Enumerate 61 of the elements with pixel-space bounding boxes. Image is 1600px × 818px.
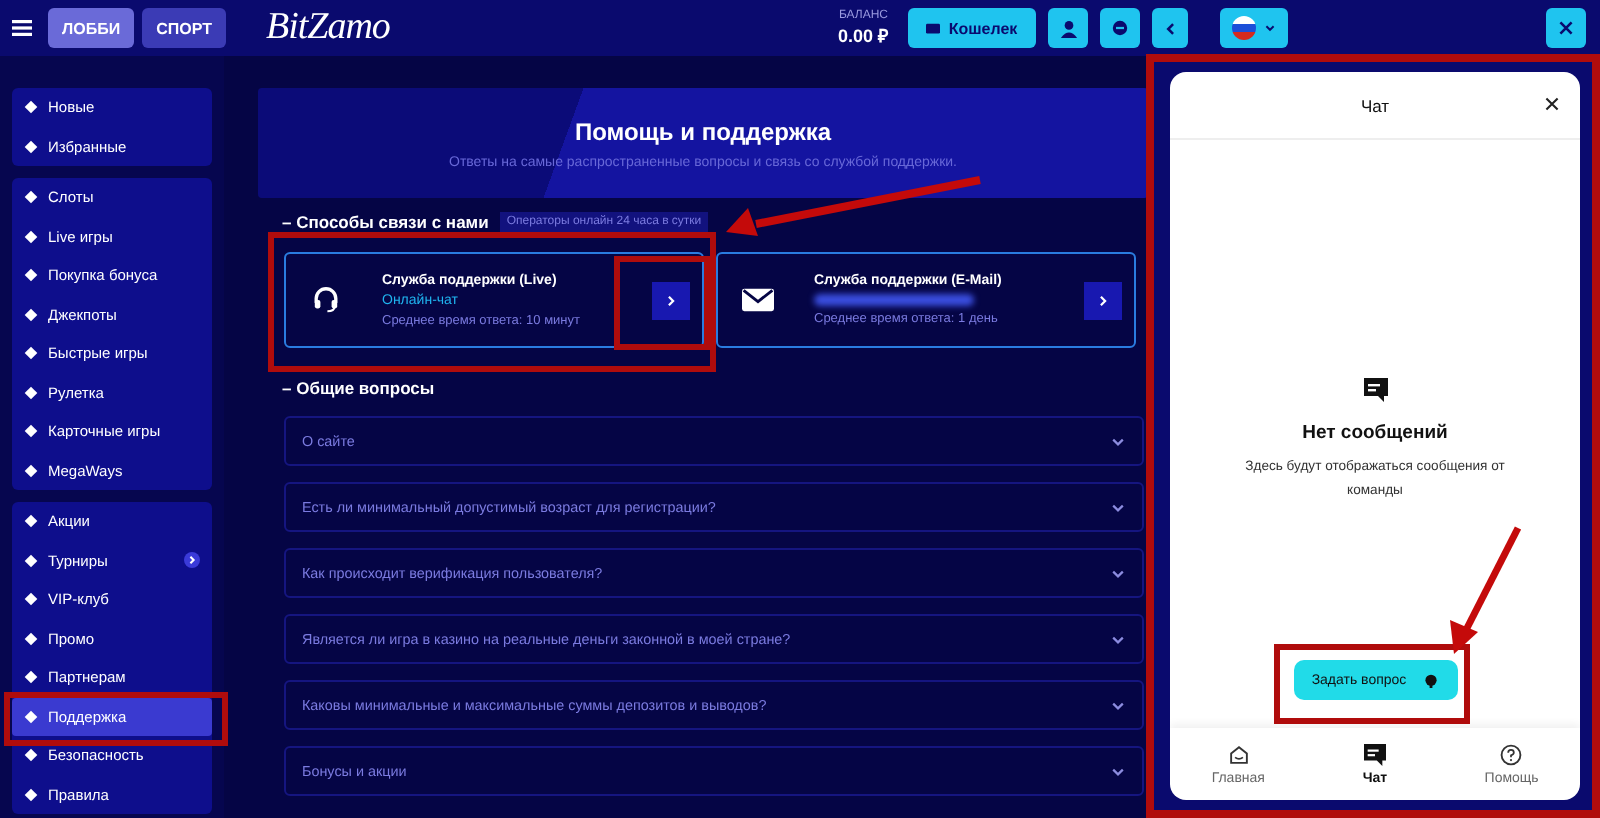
user-icon [1059, 19, 1077, 37]
section-title[interactable]: – Способы связи с нами [282, 212, 489, 232]
headset-icon [310, 286, 342, 314]
nav-tab[interactable]: ЛОББИ [48, 8, 135, 48]
diamond-icon [24, 592, 38, 607]
diamond-icon [24, 307, 38, 322]
diamond-icon [24, 100, 38, 115]
envelope-icon [742, 286, 774, 314]
chevron-right-icon [1096, 293, 1110, 307]
annotation-arrow [1444, 524, 1524, 656]
diamond-icon [24, 553, 38, 568]
balance-value: 0.00 ₽ [837, 23, 888, 47]
diamond-icon [24, 346, 38, 361]
open-button[interactable] [1084, 281, 1122, 319]
chevron-down-icon [1110, 433, 1126, 449]
close-icon [1558, 20, 1574, 36]
message-icon [1363, 378, 1387, 402]
chevron-down-icon [1110, 631, 1126, 647]
diamond-icon [24, 514, 38, 529]
close-icon[interactable] [1544, 96, 1560, 112]
diamond-icon [24, 268, 38, 283]
menu-icon[interactable] [12, 20, 32, 36]
chevron-icon [184, 552, 200, 569]
chat-icon [1112, 20, 1128, 36]
page-title: Помощь и поддержка [574, 117, 832, 145]
chevron-down-icon [1110, 697, 1126, 713]
flag-icon [1232, 16, 1256, 40]
chat-button[interactable] [1100, 8, 1140, 48]
message-icon [1363, 743, 1386, 765]
nav-tab[interactable]: СПОРТ [142, 8, 226, 48]
diamond-icon [24, 385, 38, 400]
chevron-right-icon [664, 293, 678, 307]
wallet-icon [926, 22, 941, 34]
home-icon [1227, 743, 1250, 765]
open-button[interactable] [652, 281, 690, 319]
help-icon [1500, 743, 1523, 765]
diamond-icon [24, 139, 38, 154]
diamond-icon [24, 229, 38, 244]
diamond-icon [24, 190, 38, 205]
diamond-icon [24, 709, 38, 724]
diamond-icon [24, 424, 38, 439]
section-title[interactable]: – Общие вопросы [282, 378, 435, 398]
empty-title: Нет сообщений [1302, 422, 1448, 444]
diamond-icon [24, 787, 38, 802]
diamond-icon [24, 670, 38, 685]
chevron-down-icon [1110, 499, 1126, 515]
pin-icon [1424, 673, 1439, 687]
chevron-down-icon [1110, 565, 1126, 581]
chevron-down-icon [1110, 763, 1126, 779]
wallet-button[interactable]: Кошелек [908, 8, 1036, 48]
diamond-icon [24, 631, 38, 646]
logo[interactable]: BitZamo [265, 6, 390, 50]
chat-title: Чат [1360, 95, 1390, 115]
caret-icon [1264, 22, 1276, 34]
profile-button[interactable] [1048, 8, 1088, 48]
diamond-icon [24, 748, 38, 763]
diamond-icon [24, 463, 38, 478]
language-button[interactable] [1220, 8, 1288, 48]
chevron-left-icon [1163, 21, 1177, 35]
close-button[interactable] [1546, 8, 1586, 48]
collapse-button[interactable] [1152, 8, 1188, 48]
